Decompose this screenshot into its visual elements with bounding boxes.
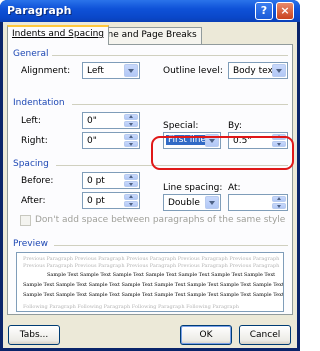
section-general: General [13,49,49,59]
right-indent-label: Right: [21,136,48,146]
spin-down-icon[interactable] [124,141,138,147]
left-indent-label: Left: [21,116,41,126]
preview-sample-line: Sample Text Sample Text Sample Text Samp… [23,292,284,298]
spin-up-icon[interactable] [124,194,138,200]
outline-level-label: Outline level: [163,66,223,76]
spin-down-icon[interactable] [124,121,138,127]
section-indentation: Indentation [13,98,65,108]
section-divider [72,104,288,105]
spacing-after-value: 0 pt [87,196,105,206]
section-spacing: Spacing [13,159,49,169]
at-stepper[interactable] [228,194,288,211]
spacing-before-value: 0 pt [87,176,105,186]
tabs-button[interactable]: Tabs... [8,325,60,345]
preview-sample-line: Sample Text Sample Text Sample Text Samp… [23,282,284,288]
chevron-down-icon[interactable] [272,64,286,77]
at-label: At: [228,183,241,193]
preview-sample-line: Sample Text Sample Text Sample Text Samp… [47,272,276,278]
right-indent-value: 0" [87,136,97,146]
ok-button-label: OK [199,330,213,340]
tabs-button-label: Tabs... [19,330,49,340]
section-divider [54,245,288,246]
by-label: By: [228,121,242,131]
chevron-down-icon[interactable] [124,64,138,77]
alignment-label: Alignment: [21,66,71,76]
tab-label: Line and Page Breaks [100,30,197,40]
spin-down-icon[interactable] [272,203,286,209]
spin-buttons[interactable] [124,194,138,207]
preview-previous-line: Previous Paragraph Previous Paragraph Pr… [23,256,280,262]
spin-up-icon[interactable] [272,196,286,202]
outline-level-select[interactable]: Body text [228,62,288,79]
spin-up-icon[interactable] [124,134,138,140]
section-preview: Preview [13,239,49,249]
cancel-button-label: Cancel [249,330,281,340]
preview-box: Previous Paragraph Previous Paragraph Pr… [16,252,284,312]
chevron-down-icon[interactable] [205,196,219,209]
spin-buttons[interactable] [272,196,286,209]
dialog-body: Indents and Spacing Line and Page Breaks… [3,22,297,348]
preview-following-line: Following Paragraph Following Paragraph … [23,304,239,310]
dont-add-space-checkbox[interactable] [20,215,31,226]
spin-up-icon[interactable] [124,114,138,120]
left-indent-stepper[interactable]: 0" [82,112,140,129]
ok-button[interactable]: OK [180,325,232,345]
spin-buttons[interactable] [124,174,138,187]
tab-label: Indents and Spacing [12,29,104,39]
alignment-value: Left [87,66,104,76]
before-label: Before: [21,176,54,186]
line-spacing-value: Double [168,198,200,208]
cancel-button[interactable]: Cancel [239,325,291,345]
preview-previous-line: Previous Paragraph Previous Paragraph Pr… [23,263,280,269]
outline-level-value: Body text [233,66,277,76]
spin-buttons[interactable] [124,114,138,127]
spin-up-icon[interactable] [124,174,138,180]
tab-indents-and-spacing[interactable]: Indents and Spacing [7,25,109,45]
spin-down-icon[interactable] [124,181,138,187]
after-label: After: [21,196,46,206]
left-indent-value: 0" [87,116,97,126]
annotation-highlight [151,136,294,170]
tab-panel: General Alignment: Left Outline level: B… [7,44,293,315]
spin-down-icon[interactable] [124,201,138,207]
window-title: Paragraph [7,4,72,17]
line-spacing-select[interactable]: Double [163,194,221,211]
alignment-select[interactable]: Left [82,62,140,79]
help-button[interactable]: ? [255,2,273,20]
close-button[interactable]: × [276,2,294,20]
right-indent-stepper[interactable]: 0" [82,132,140,149]
section-divider [52,55,288,56]
spacing-before-stepper[interactable]: 0 pt [82,172,140,189]
paragraph-dialog: Paragraph ? × Indents and Spacing Line a… [0,0,300,351]
dont-add-space-label: Don't add space between paragraphs of th… [35,215,286,225]
tab-line-and-page-breaks[interactable]: Line and Page Breaks [95,27,202,44]
spacing-after-stepper[interactable]: 0 pt [82,192,140,209]
line-spacing-label: Line spacing: [163,183,223,193]
title-bar[interactable]: Paragraph ? × [0,0,300,22]
special-label: Special: [163,121,199,131]
spin-buttons[interactable] [124,134,138,147]
